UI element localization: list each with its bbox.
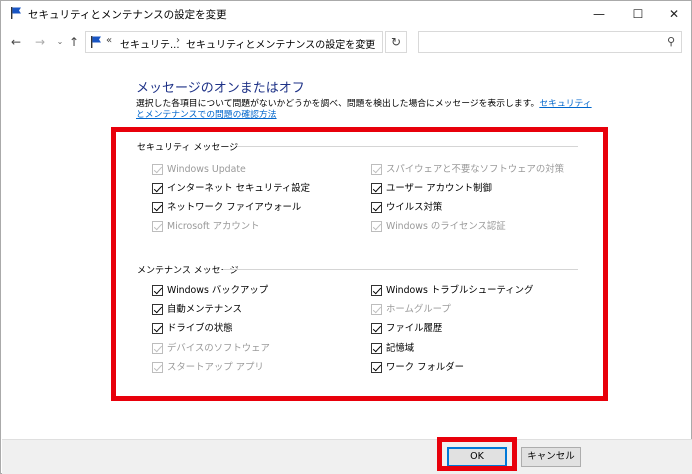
messages-highlight-box xyxy=(111,127,608,401)
cancel-button[interactable]: キャンセル xyxy=(521,447,581,467)
search-icon: ⚲ xyxy=(666,35,675,48)
up-button[interactable]: ↑ xyxy=(67,34,81,50)
close-button[interactable]: ✕ xyxy=(651,1,692,27)
ok-highlight-box xyxy=(437,437,517,471)
breadcrumb-current[interactable]: セキュリティとメンテナンスの設定を変更 xyxy=(186,36,375,51)
page-title: メッセージのオンまたはオフ xyxy=(136,81,305,96)
flag-icon xyxy=(89,35,103,49)
navigation-bar: ← → ⌄ ↑ « セキュリテ... › セキュリティとメンテナンスの設定を変更… xyxy=(1,29,691,55)
address-bar[interactable]: « セキュリテ... › セキュリティとメンテナンスの設定を変更 ⌄ xyxy=(85,31,383,53)
description-text: 選択した各項目について問題がないかどうかを調べ、問題を検出した場合にメッセージを… xyxy=(136,99,540,109)
back-button[interactable]: ← xyxy=(9,34,23,50)
recent-locations-button[interactable]: ⌄ xyxy=(53,34,67,50)
window-title: セキュリティとメンテナンスの設定を変更 xyxy=(28,9,227,21)
breadcrumb-separator[interactable]: › xyxy=(176,35,180,46)
refresh-button[interactable]: ↻ xyxy=(385,31,407,53)
title-bar: セキュリティとメンテナンスの設定を変更 — ☐ ✕ xyxy=(1,1,691,27)
search-input[interactable]: ⚲ xyxy=(418,31,682,53)
address-overflow-button[interactable]: « xyxy=(106,35,112,46)
breadcrumb-security[interactable]: セキュリテ... xyxy=(120,36,180,51)
forward-button[interactable]: → xyxy=(33,34,47,50)
dialog-footer xyxy=(2,439,692,474)
page-description: 選択した各項目について問題がないかどうかを調べ、問題を検出した場合にメッセージを… xyxy=(136,99,596,121)
address-dropdown-button[interactable]: ⌄ xyxy=(360,36,368,46)
flag-icon xyxy=(9,6,23,20)
settings-window: セキュリティとメンテナンスの設定を変更 — ☐ ✕ ← → ⌄ ↑ « セキュリ… xyxy=(0,0,692,474)
